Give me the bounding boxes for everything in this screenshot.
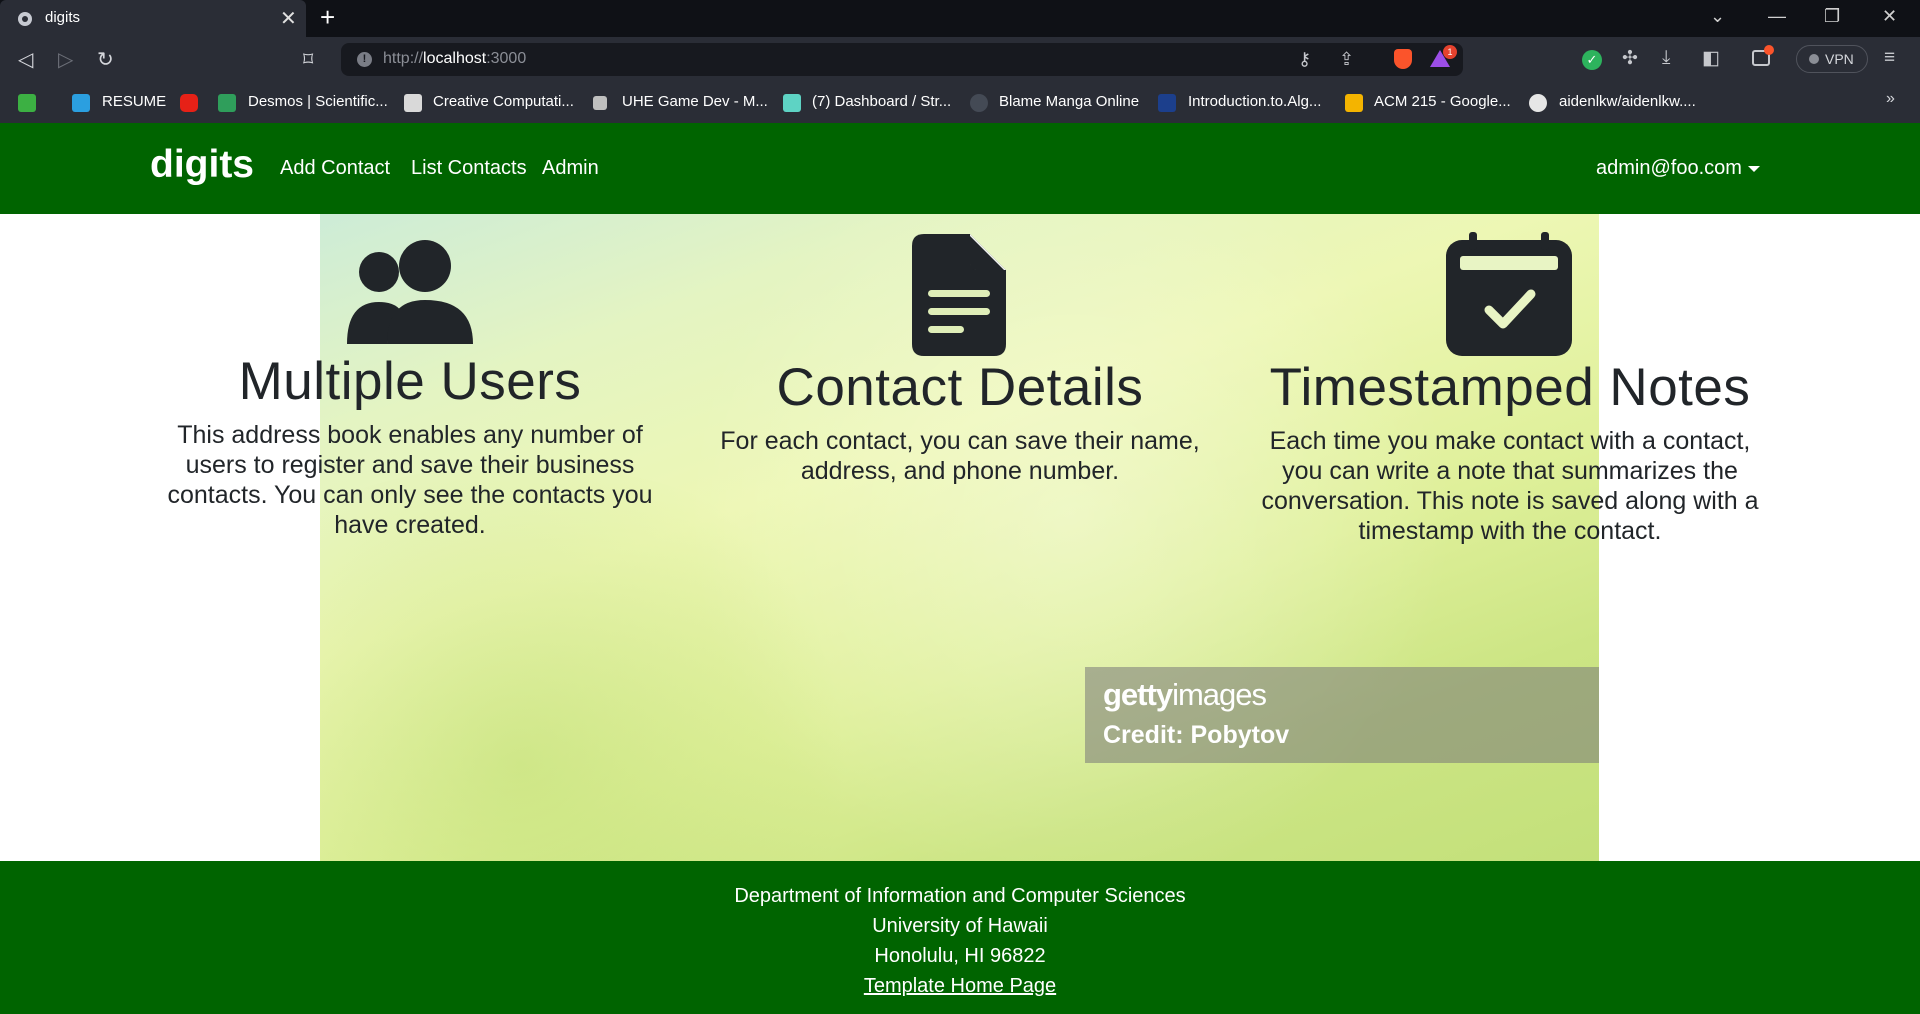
tab-search-chevron-icon[interactable]: ⌄ bbox=[1710, 6, 1725, 27]
reload-icon[interactable]: ↻ bbox=[97, 47, 114, 72]
extension-check-icon[interactable]: ✓ bbox=[1582, 50, 1602, 70]
downloads-icon[interactable]: ⤓ bbox=[1662, 47, 1670, 69]
bookmark-desmos[interactable]: Desmos | Scientific... bbox=[248, 90, 388, 114]
vpn-button[interactable]: VPN bbox=[1796, 45, 1868, 73]
bookmark-github-icon bbox=[1529, 94, 1547, 112]
share-icon[interactable]: ⇪ bbox=[1339, 49, 1354, 70]
bookmark-dashboard-icon bbox=[783, 94, 801, 112]
bookmark-creative-icon bbox=[404, 94, 422, 112]
forward-icon[interactable]: ▷ bbox=[58, 47, 73, 72]
bookmark-resume[interactable]: RESUME bbox=[102, 90, 166, 114]
user-dropdown[interactable]: admin@foo.com bbox=[1596, 157, 1760, 180]
bookmark-uhe-icon bbox=[593, 96, 607, 110]
url-text[interactable]: http://localhost:3000 bbox=[383, 50, 526, 68]
sidebar-icon[interactable]: ◧ bbox=[1702, 47, 1720, 70]
bookmark-blame-manga[interactable]: Blame Manga Online bbox=[999, 90, 1139, 114]
site-info-icon[interactable]: ! bbox=[357, 52, 372, 67]
calendar-check-icon bbox=[1446, 232, 1572, 356]
feature-timestamped-notes: Timestamped Notes Each time you make con… bbox=[1250, 232, 1770, 546]
browser-tab-bar: digits ✕ + ⌄ — ❐ ✕ bbox=[0, 0, 1920, 37]
vpn-label: VPN bbox=[1825, 51, 1854, 67]
footer-department: Department of Information and Computer S… bbox=[734, 885, 1186, 907]
browser-tab[interactable]: digits ✕ bbox=[0, 0, 306, 37]
bookmark-google-drive-icon bbox=[1345, 94, 1363, 112]
feature-text: This address book enables any number of … bbox=[167, 421, 653, 539]
nav-list-contacts[interactable]: List Contacts bbox=[411, 157, 527, 180]
footer-address: Honolulu, HI 96822 bbox=[874, 945, 1046, 967]
bookmarks-overflow-icon[interactable]: » bbox=[1886, 90, 1895, 108]
watermark-logo: gettyimages bbox=[1103, 677, 1267, 712]
app-navbar: digits Add Contact List Contacts Admin a… bbox=[0, 123, 1920, 214]
bookmark-uhe-game-dev[interactable]: UHE Game Dev - M... bbox=[622, 90, 768, 114]
feature-multiple-users: Multiple Users This address book enables… bbox=[150, 232, 670, 540]
users-icon bbox=[347, 240, 473, 344]
tab-favicon-icon bbox=[18, 12, 32, 26]
brave-shields-icon[interactable] bbox=[1394, 49, 1412, 69]
bookmark-desmos-icon bbox=[218, 94, 236, 112]
footer-university: University of Hawaii bbox=[872, 915, 1048, 937]
bookmark-blame-manga-icon bbox=[970, 94, 988, 112]
bookmark-creative-computation[interactable]: Creative Computati... bbox=[433, 90, 574, 114]
restore-icon[interactable]: ❐ bbox=[1824, 6, 1840, 27]
back-icon[interactable]: ◁ bbox=[18, 47, 33, 72]
bookmark-introduction-algorithms[interactable]: Introduction.to.Alg... bbox=[1188, 90, 1321, 114]
new-tab-icon[interactable]: + bbox=[320, 2, 335, 33]
caret-down-icon bbox=[1747, 165, 1760, 172]
page-footer: Department of Information and Computer S… bbox=[0, 861, 1920, 1014]
close-tab-icon[interactable]: ✕ bbox=[280, 6, 297, 31]
user-email: admin@foo.com bbox=[1596, 157, 1742, 179]
browser-toolbar: ◁ ▷ ↻ ⌑ ! http://localhost:3000 ⚷ ⇪ 1 ✓ … bbox=[0, 37, 1920, 82]
address-bar[interactable]: ! http://localhost:3000 ⚷ ⇪ 1 bbox=[341, 43, 1463, 76]
menu-icon[interactable]: ≡ bbox=[1884, 47, 1895, 69]
minimize-icon[interactable]: — bbox=[1768, 6, 1786, 27]
vpn-status-icon bbox=[1809, 54, 1819, 64]
nav-add-contact[interactable]: Add Contact bbox=[280, 157, 390, 180]
bookmark-resume-icon bbox=[72, 94, 90, 112]
close-window-icon[interactable]: ✕ bbox=[1882, 6, 1897, 27]
feature-title: Contact Details bbox=[776, 358, 1144, 417]
tab-title: digits bbox=[45, 9, 81, 26]
bookmark-check-icon[interactable] bbox=[18, 94, 36, 112]
bookmark-icon[interactable]: ⌑ bbox=[303, 47, 313, 72]
feature-contact-details: Contact Details For each contact, you ca… bbox=[700, 232, 1220, 486]
file-icon bbox=[912, 234, 1006, 356]
extensions-puzzle-icon[interactable]: ✣ bbox=[1622, 47, 1638, 70]
bookmark-dashboard[interactable]: (7) Dashboard / Str... bbox=[812, 90, 951, 114]
wallet-notification-dot bbox=[1764, 45, 1774, 55]
template-home-link[interactable]: Template Home Page bbox=[864, 975, 1056, 997]
bookmarks-bar: RESUME Desmos | Scientific... Creative C… bbox=[0, 82, 1920, 123]
feature-text: For each contact, you can save their nam… bbox=[720, 427, 1200, 485]
nav-admin[interactable]: Admin bbox=[542, 157, 599, 180]
watermark-credit: Credit: Pobytov bbox=[1103, 721, 1290, 749]
bookmark-github[interactable]: aidenlkw/aidenlkw.... bbox=[1559, 90, 1696, 114]
brand-logo[interactable]: digits bbox=[150, 143, 254, 187]
bookmark-acm215[interactable]: ACM 215 - Google... bbox=[1374, 90, 1511, 114]
feature-text: Each time you make contact with a contac… bbox=[1261, 427, 1759, 545]
password-key-icon[interactable]: ⚷ bbox=[1298, 49, 1311, 70]
feature-title: Multiple Users bbox=[238, 352, 582, 411]
bookmark-algorithms-icon bbox=[1158, 94, 1176, 112]
bookmark-youtube-icon[interactable] bbox=[180, 94, 198, 112]
feature-title: Timestamped Notes bbox=[1269, 358, 1751, 417]
watermark: gettyimages Credit: Pobytov bbox=[1085, 667, 1599, 763]
rewards-badge: 1 bbox=[1443, 45, 1457, 59]
